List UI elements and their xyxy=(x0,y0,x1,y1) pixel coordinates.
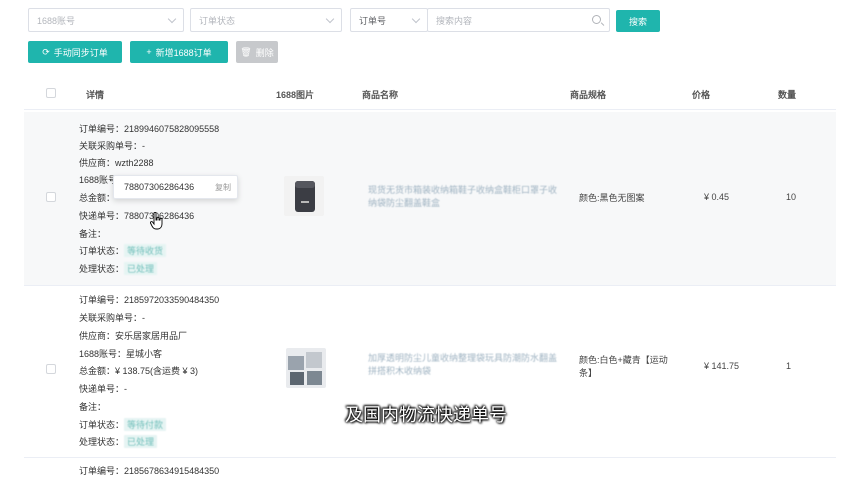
supplier-value: 安乐居家居用品厂 xyxy=(115,331,188,341)
sync-orders-button[interactable]: ⟳ 手动同步订单 xyxy=(28,41,122,63)
order-status-label: 订单状态： xyxy=(79,246,125,256)
supplier-line: 供应商：wzth2288 xyxy=(79,156,154,169)
supplier-label: 供应商： xyxy=(79,158,116,168)
tracking-line: 快递单号：78807306286436 xyxy=(79,209,194,222)
plus-icon: + xyxy=(146,47,152,57)
tracking-label: 快递单号： xyxy=(79,211,125,221)
note-label: 备注： xyxy=(79,229,107,239)
purchase-no-value: - xyxy=(142,313,146,323)
add-order-button[interactable]: + 新增1688订单 xyxy=(130,41,228,63)
account-select-placeholder: 1688账号 xyxy=(37,15,76,26)
column-qty: 数量 xyxy=(778,90,797,100)
purchase-no-label: 关联采购单号： xyxy=(79,313,143,323)
search-input[interactable]: 搜索内容 xyxy=(427,8,610,32)
amount-value: ¥ 138.75(含运费 ¥ 3) xyxy=(115,366,199,376)
account-label: 1688账号： xyxy=(79,349,127,359)
search-field-select[interactable]: 订单号 xyxy=(350,8,428,32)
amount-label: 总金额： xyxy=(79,366,116,376)
amount-label: 总金额： xyxy=(79,193,116,203)
order-no-line: 订单编号：2185678634915484350 xyxy=(79,464,219,477)
tracking-tooltip: 78807306286436 复制 xyxy=(113,175,238,199)
order-no-line: 订单编号：2185972033590484350 xyxy=(79,293,219,306)
search-input-placeholder: 搜索内容 xyxy=(436,15,473,26)
account-select[interactable]: 1688账号 xyxy=(28,8,184,32)
search-icon[interactable] xyxy=(592,15,601,24)
add-order-label: 新增1688订单 xyxy=(155,47,212,58)
supplier-label: 供应商： xyxy=(79,331,116,341)
search-button[interactable]: 搜索 xyxy=(616,10,660,32)
order-no-value: 2189946075828095558 xyxy=(124,124,220,134)
table-header: 详情 1688图片 商品名称 商品规格 价格 数量 xyxy=(24,76,836,110)
purchase-no-value: - xyxy=(142,141,146,151)
account-line: 1688账号：星城小客 xyxy=(79,347,162,360)
purchase-no-line: 关联采购单号：- xyxy=(79,311,145,324)
select-all-checkbox[interactable] xyxy=(46,88,56,98)
column-details: 详情 xyxy=(86,90,105,100)
storage-bag-image xyxy=(288,352,322,385)
process-status-badge: 已处理 xyxy=(124,435,158,448)
process-status-line: 处理状态： 已处理 xyxy=(79,262,158,275)
product-name[interactable]: 现货无货市箱装收纳箱鞋子收纳盒鞋柜口罩子收纳袋防尘翻盖鞋盒 xyxy=(368,184,558,210)
order-no-line: 订单编号：2189946075828095558 xyxy=(79,122,219,135)
product-image[interactable] xyxy=(284,176,324,216)
product-qty: 10 xyxy=(786,192,797,202)
order-no-label: 订单编号： xyxy=(79,124,125,134)
delete-button[interactable]: 🗑 删除 xyxy=(236,41,278,63)
sync-orders-label: 手动同步订单 xyxy=(53,47,108,58)
trash-icon: 🗑 xyxy=(240,46,252,57)
table-row: 订单编号：2185678634915484350 xyxy=(24,458,836,480)
process-status-line: 处理状态： 已处理 xyxy=(79,435,158,448)
shoe-box-image xyxy=(295,181,315,212)
order-status-badge: 等待收货 xyxy=(124,244,167,257)
hand-cursor-icon xyxy=(150,212,163,230)
order-status-line: 订单状态： 等待收货 xyxy=(79,244,167,257)
product-spec: 颜色:黑色无图案 xyxy=(579,193,645,203)
copy-button[interactable]: 复制 xyxy=(215,182,231,193)
amount-line: 总金额： xyxy=(79,191,115,204)
order-no-value: 2185972033590484350 xyxy=(124,295,220,305)
row-checkbox[interactable] xyxy=(46,364,56,374)
table-row: 订单编号：2189946075828095558 关联采购单号：- 供应商：wz… xyxy=(24,112,836,286)
video-caption: 及国内物流快递单号 xyxy=(345,405,507,426)
product-image[interactable] xyxy=(286,348,326,388)
refresh-icon: ⟳ xyxy=(42,46,50,57)
account-value: 星城小客 xyxy=(126,349,163,359)
product-qty: 1 xyxy=(786,361,792,371)
product-price: ¥ 0.45 xyxy=(704,192,730,202)
chevron-down-icon xyxy=(411,14,421,24)
order-no-label: 订单编号： xyxy=(79,466,125,476)
product-name[interactable]: 加厚透明防尘儿童收纳整理袋玩具防潮防水翻盖拼搭积木收纳袋 xyxy=(368,352,558,378)
supplier-value: wzth2288 xyxy=(115,158,154,168)
product-price: ¥ 141.75 xyxy=(704,361,740,371)
process-status-badge: 已处理 xyxy=(124,262,158,275)
process-status-label: 处理状态： xyxy=(79,264,125,274)
status-select[interactable]: 订单状态 xyxy=(190,8,342,32)
column-name: 商品名称 xyxy=(362,90,399,100)
row-checkbox[interactable] xyxy=(46,192,56,202)
chevron-down-icon xyxy=(167,14,177,24)
order-no-value: 2185678634915484350 xyxy=(124,466,220,476)
column-spec: 商品规格 xyxy=(570,90,607,100)
process-status-label: 处理状态： xyxy=(79,437,125,447)
column-image: 1688图片 xyxy=(276,90,315,100)
tracking-line: 快递单号：- xyxy=(79,382,127,395)
delete-label: 删除 xyxy=(255,47,274,58)
table-row: 订单编号：2185972033590484350 关联采购单号：- 供应商：安乐… xyxy=(24,288,836,458)
search-field-select-value: 订单号 xyxy=(359,15,387,26)
status-select-placeholder: 订单状态 xyxy=(199,15,236,26)
tracking-label: 快递单号： xyxy=(79,384,125,394)
column-price: 价格 xyxy=(692,90,711,100)
amount-line: 总金额：¥ 138.75(含运费 ¥ 3) xyxy=(79,364,198,377)
product-spec: 颜色:白色+藏青【运动条】 xyxy=(579,355,668,378)
order-no-label: 订单编号： xyxy=(79,295,125,305)
note-line: 备注： xyxy=(79,227,106,240)
chevron-down-icon xyxy=(325,14,335,24)
tooltip-value: 78807306286436 xyxy=(124,182,195,192)
supplier-line: 供应商：安乐居家居用品厂 xyxy=(79,329,187,342)
tracking-value: - xyxy=(124,384,128,394)
purchase-no-line: 关联采购单号：- xyxy=(79,139,145,152)
purchase-no-label: 关联采购单号： xyxy=(79,141,143,151)
